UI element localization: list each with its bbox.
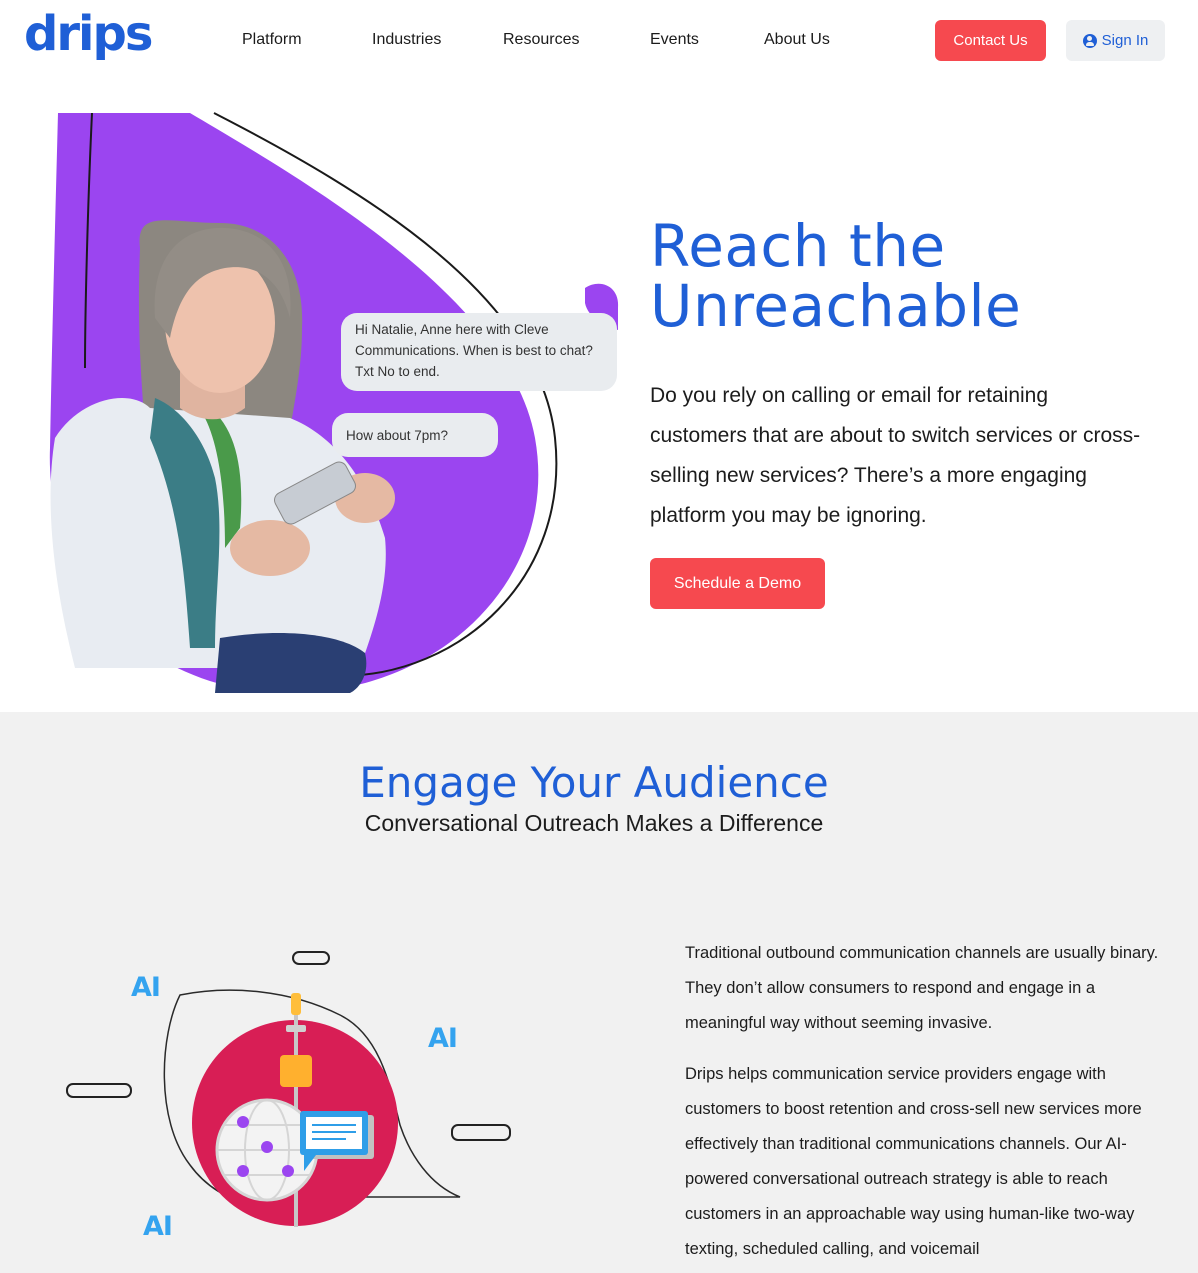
schedule-demo-button[interactable]: Schedule a Demo [650, 558, 825, 609]
ai-label: AI [428, 1023, 458, 1054]
chat-bubble-reply: How about 7pm? [332, 413, 498, 457]
section-paragraph-2: Drips helps communication service provid… [685, 1065, 1142, 1258]
empty-chat-bubble [292, 951, 330, 965]
sign-in-label: Sign In [1101, 32, 1149, 49]
sign-in-button[interactable]: Sign In [1066, 20, 1165, 61]
chat-bubble-message: Hi Natalie, Anne here with Cleve Communi… [341, 313, 617, 391]
hero-description: Do you rely on calling or email for reta… [650, 384, 1141, 527]
nav-resources[interactable]: Resources [503, 31, 579, 49]
nav-events[interactable]: Events [650, 31, 699, 49]
drips-logo[interactable]: drips [24, 6, 153, 62]
nav-platform[interactable]: Platform [242, 31, 302, 49]
hero-title-line-2: Unreachable [650, 272, 1022, 340]
nav-industries[interactable]: Industries [372, 31, 441, 49]
contact-us-button[interactable]: Contact Us [935, 20, 1046, 61]
hero-title-line-1: Reach the [650, 212, 946, 280]
section-subtitle: Conversational Outreach Makes a Differen… [364, 810, 824, 836]
empty-chat-bubble [451, 1124, 511, 1141]
nav-about-us[interactable]: About Us [764, 31, 830, 49]
user-circle-icon [1082, 33, 1097, 48]
section-paragraph-1: Traditional outbound communication chann… [685, 944, 1159, 1032]
hero-title: Reach the Unreachable [650, 216, 1021, 336]
ai-label: AI [131, 972, 161, 1003]
ai-label: AI [143, 1211, 173, 1242]
section-title: Engage Your Audience [359, 758, 829, 807]
hero-illustration [49, 112, 619, 693]
empty-chat-bubble [66, 1083, 132, 1098]
